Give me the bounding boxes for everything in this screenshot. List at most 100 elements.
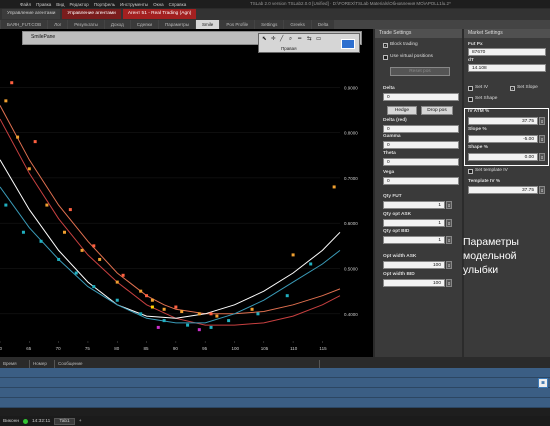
smile-params-callout: Параметры модельной улыбки — [463, 236, 519, 276]
fit-icon[interactable]: ▭ — [316, 36, 321, 42]
block-trading-checkbox[interactable]: ✓ — [383, 43, 388, 48]
data-point — [162, 307, 166, 311]
menu-file[interactable]: Файл — [20, 2, 31, 7]
hline-tool-icon[interactable]: ━ — [298, 36, 301, 42]
col-time[interactable]: Время — [0, 360, 30, 368]
message-row[interactable] — [0, 378, 550, 388]
set-iv-checkbox[interactable] — [468, 86, 473, 91]
x-tick-label: 115 — [319, 346, 327, 351]
use-virtual-checkbox[interactable] — [383, 55, 388, 60]
set-shape-checkbox[interactable] — [468, 97, 473, 102]
set-template-label: Set template IV — [475, 168, 508, 173]
cursor-icon[interactable]: ⬉ — [262, 36, 267, 42]
hedge-button[interactable]: Hedge — [387, 106, 417, 115]
width-bid-stepper[interactable]: ⇕ — [446, 279, 452, 287]
workspace-tab[interactable]: Tab1 — [54, 417, 75, 425]
tab-income[interactable]: Доход — [104, 20, 130, 29]
tab-greeks[interactable]: Greeks — [284, 20, 311, 29]
line-tool-icon[interactable]: ╱ — [280, 36, 283, 42]
y-tick-label: 0.8000 — [344, 131, 358, 136]
col-number[interactable]: Номер — [30, 360, 55, 368]
scroll-icon[interactable]: ⇆ — [307, 36, 312, 42]
menu-edit[interactable]: Правка — [36, 2, 51, 7]
window-tab-agent-51[interactable]: Агент 51 - Real Trading (Agn) — [122, 9, 197, 19]
y-tick-label: 0.7000 — [344, 176, 358, 181]
tab-settings[interactable]: Settings — [255, 20, 284, 29]
data-point — [74, 271, 78, 275]
set-slope-checkbox[interactable]: ✓ — [510, 86, 515, 91]
qty-fut-input[interactable]: 1 — [383, 201, 445, 209]
window-tab-agents-2[interactable]: Управление агентами — [62, 9, 121, 19]
data-point — [156, 325, 160, 329]
tab-trades[interactable]: Сделки — [130, 20, 159, 29]
data-point — [68, 208, 72, 212]
reset-pos-button[interactable]: Reset pos — [390, 67, 450, 76]
menu-view[interactable]: Вид — [56, 2, 64, 7]
x-tick-label: 70 — [56, 346, 62, 351]
data-point — [197, 328, 201, 332]
data-point — [45, 203, 49, 207]
window-tab-agents[interactable]: Управление агентами — [2, 9, 61, 19]
tab-parameters[interactable]: Параметры — [159, 20, 196, 29]
message-row[interactable] — [0, 398, 550, 408]
data-point — [309, 262, 313, 266]
x-tick-label: 65 — [26, 346, 32, 351]
crosshair-icon[interactable]: ✛ — [271, 36, 276, 42]
data-point — [197, 312, 201, 316]
message-row[interactable] — [0, 368, 550, 378]
width-bid-input[interactable]: 100 — [383, 279, 445, 287]
qty-ask-input[interactable]: 1 — [383, 219, 445, 227]
zoom-icon[interactable]: ⌕ — [289, 36, 292, 43]
tab-smile[interactable]: Smile — [196, 20, 220, 29]
y-tick-label: 0.5000 — [344, 267, 358, 272]
template-iv-stepper[interactable]: ⇕ — [539, 186, 545, 194]
menu-windows[interactable]: Окна — [153, 2, 163, 7]
gamma-field: 0 — [383, 141, 459, 149]
col-message[interactable]: Сообщение — [55, 360, 320, 368]
tab-security[interactable]: БАЯН_FUT.COB — [1, 20, 48, 29]
menu-tools[interactable]: Инструменты — [120, 2, 148, 7]
tab-log[interactable]: Лог — [48, 20, 68, 29]
data-point — [98, 257, 102, 261]
tab-delta[interactable]: Delta — [311, 20, 335, 29]
data-point — [150, 298, 154, 302]
template-iv-label: Template IV % — [468, 179, 501, 184]
data-point — [139, 312, 143, 316]
data-point — [332, 185, 336, 189]
delta-field: 0 — [383, 93, 459, 101]
add-tab-icon[interactable]: + — [79, 419, 82, 424]
qty-fut-stepper[interactable]: ⇕ — [446, 201, 452, 209]
qty-bid-input[interactable]: 1 — [383, 236, 445, 244]
tab-pos-profile[interactable]: Pos Profile — [220, 20, 255, 29]
template-iv-input[interactable]: 37.75 — [468, 186, 538, 194]
data-point — [150, 305, 154, 309]
menu-editor[interactable]: Редактор — [69, 2, 88, 7]
block-trading-label: Block trading — [390, 42, 418, 47]
delta-label: Delta — [383, 86, 395, 91]
data-point — [21, 230, 25, 234]
menu-help[interactable]: Справка — [169, 2, 187, 7]
connection-status-icon — [23, 418, 28, 424]
message-row[interactable] — [0, 388, 550, 398]
data-point — [92, 285, 96, 289]
data-point — [174, 305, 178, 309]
width-ask-stepper[interactable]: ⇕ — [446, 261, 452, 269]
qty-bid-label: Qty opt BID — [383, 229, 410, 234]
menu-portfolio[interactable]: Портфель — [94, 2, 115, 7]
width-ask-input[interactable]: 100 — [383, 261, 445, 269]
smile-chart[interactable]: 0.9000 0.8000 0.7000 0.6000 0.5000 0.4000 60 65… — [0, 29, 373, 357]
x-tick-label: 80 — [114, 346, 120, 351]
qty-ask-stepper[interactable]: ⇕ — [446, 219, 452, 227]
qty-fut-label: Qty FUT — [383, 194, 402, 199]
set-template-checkbox[interactable] — [468, 169, 473, 174]
smile-curve — [0, 118, 341, 326]
data-point — [285, 294, 289, 298]
qty-bid-stepper[interactable]: ⇕ — [446, 236, 452, 244]
drop-pos-button[interactable]: Drop pos — [421, 106, 453, 115]
data-point — [92, 244, 96, 248]
chat-icon[interactable]: ◙ — [538, 378, 548, 388]
data-point — [186, 323, 190, 327]
window-tabs: Управление агентами Управление агентами … — [0, 9, 550, 20]
tab-results[interactable]: Результаты — [68, 20, 104, 29]
screen-icon[interactable] — [341, 39, 355, 49]
